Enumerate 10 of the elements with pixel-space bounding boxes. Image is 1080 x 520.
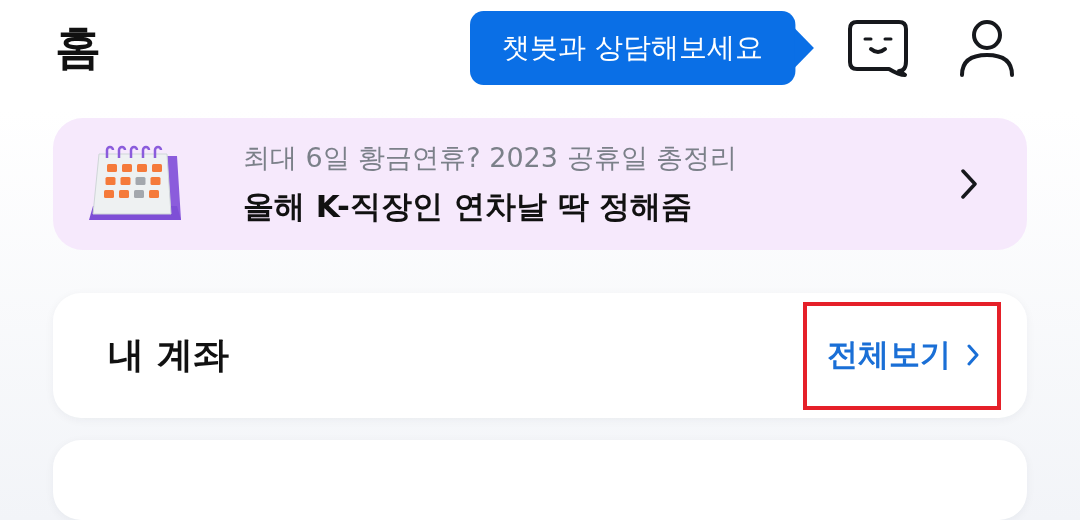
banner-title: 올해 K-직장인 연차날 딱 정해줌 xyxy=(243,186,694,226)
view-all-link[interactable]: 전체보기 xyxy=(827,333,979,376)
promo-banner[interactable]: 최대 6일 황금연휴? 2023 공휴일 총정리 올해 K-직장인 연차날 딱 정해줌 xyxy=(53,117,1027,250)
section-title: 내 계좌 xyxy=(108,333,229,377)
user-icon[interactable] xyxy=(959,19,1015,78)
chevron-right-icon xyxy=(967,343,979,366)
banner-subtitle: 최대 6일 황금연휴? 2023 공휴일 총정리 xyxy=(243,140,739,175)
chat-bubble-icon[interactable] xyxy=(847,19,909,78)
page-title: 홈 xyxy=(55,19,101,77)
chevron-right-icon xyxy=(961,168,977,199)
